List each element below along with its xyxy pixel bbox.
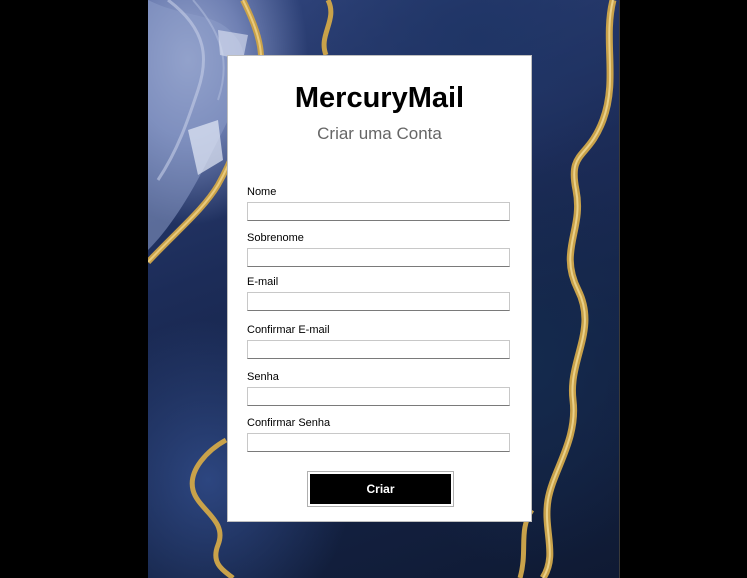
window: MercuryMail Criar uma Conta Nome Sobreno… bbox=[0, 0, 747, 578]
create-account-button[interactable]: Criar bbox=[307, 471, 454, 507]
page-subtitle: Criar uma Conta bbox=[317, 124, 442, 143]
email-input[interactable] bbox=[247, 292, 510, 311]
first-name-label: Nome bbox=[247, 186, 277, 198]
email-label: E-mail bbox=[247, 276, 279, 288]
last-name-input[interactable] bbox=[247, 248, 510, 267]
confirm-password-label: Confirmar Senha bbox=[247, 417, 331, 429]
last-name-label: Sobrenome bbox=[247, 232, 304, 244]
confirm-email-label: Confirmar E-mail bbox=[247, 324, 330, 336]
window-edge-divider bbox=[619, 0, 620, 578]
password-label: Senha bbox=[247, 371, 279, 383]
first-name-input[interactable] bbox=[247, 202, 510, 221]
confirm-email-input[interactable] bbox=[247, 340, 510, 359]
confirm-password-input[interactable] bbox=[247, 433, 510, 452]
password-input[interactable] bbox=[247, 387, 510, 406]
app-title: MercuryMail bbox=[294, 82, 465, 114]
signup-card: MercuryMail Criar uma Conta Nome Sobreno… bbox=[227, 55, 532, 522]
